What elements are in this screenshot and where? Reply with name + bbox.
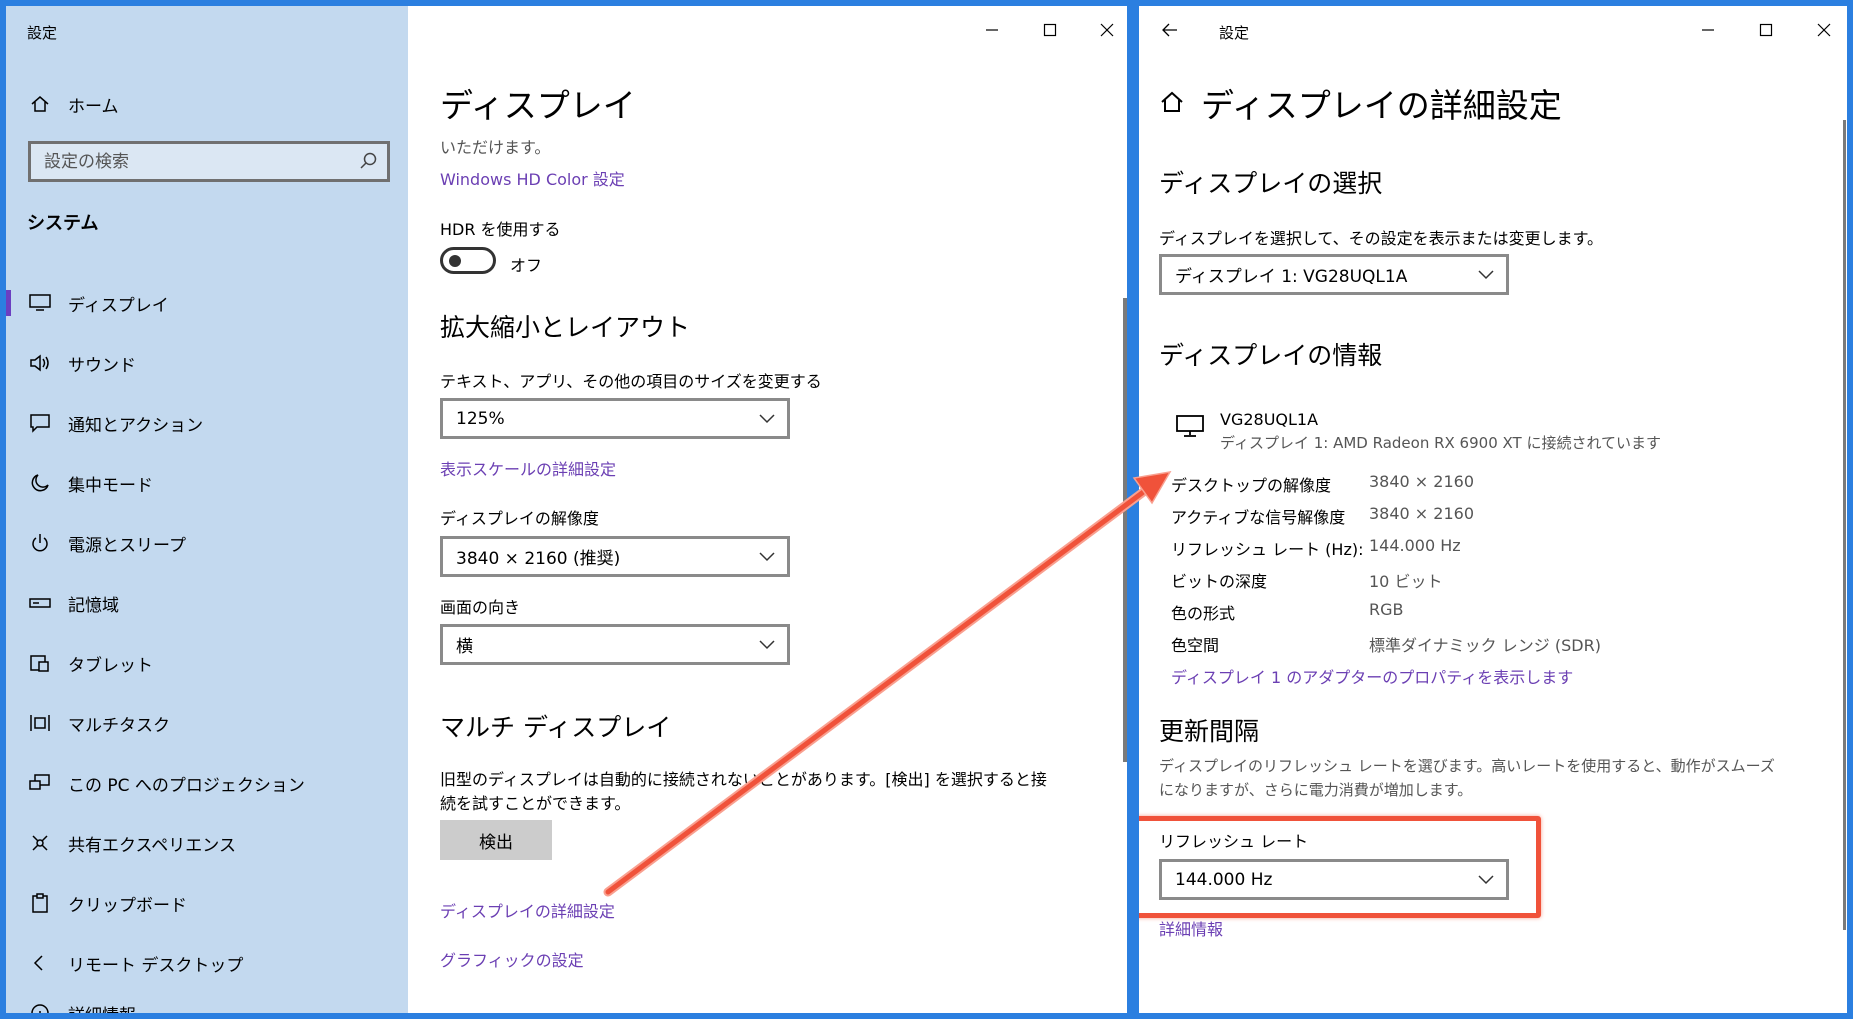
annotation-arrow-icon — [603, 470, 1172, 897]
